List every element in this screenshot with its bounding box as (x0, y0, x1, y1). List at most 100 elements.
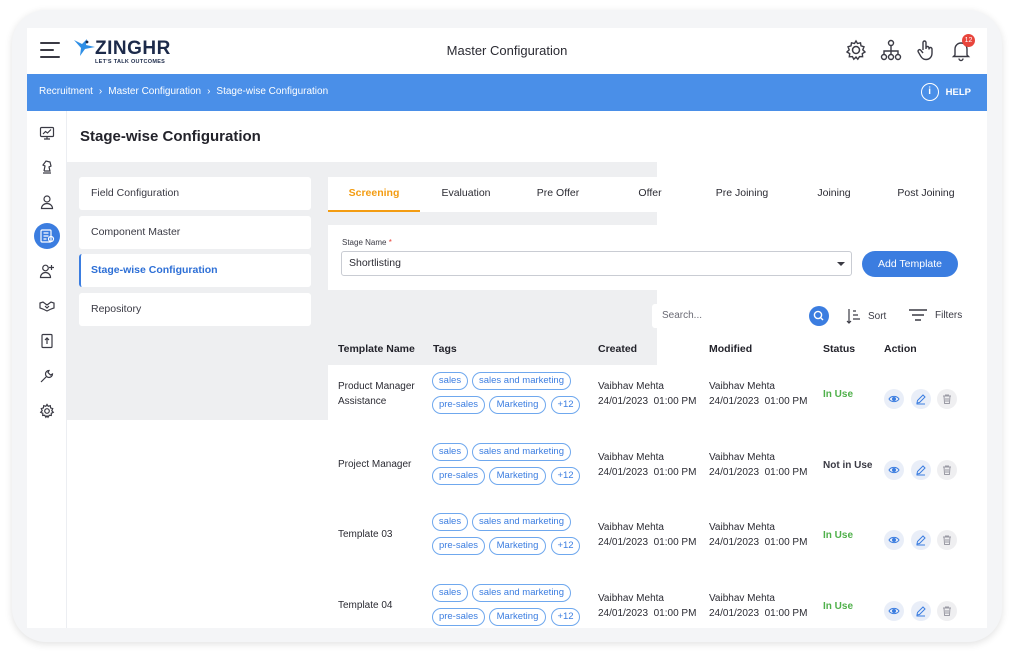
rail-configuration-icon[interactable] (34, 223, 60, 249)
tag-chip[interactable]: sales and marketing (472, 443, 571, 461)
settings-gear-icon[interactable] (844, 38, 868, 62)
view-eye-icon[interactable] (884, 530, 904, 550)
view-eye-icon[interactable] (884, 460, 904, 480)
menu-item-field-configuration[interactable]: Field Configuration (79, 177, 311, 210)
add-template-button[interactable]: Add Template (862, 251, 958, 277)
menu-item-stage-wise-configuration[interactable]: Stage-wise Configuration (79, 254, 311, 287)
template-name-line1: Template 04 (338, 600, 393, 611)
created-cell: Vaibhav Mehta 24/01/2023 01:00 PM (598, 450, 696, 480)
info-icon: i (920, 83, 939, 101)
tag-chip[interactable]: sales and marketing (472, 584, 571, 602)
tag-chip[interactable]: +12 (551, 396, 580, 414)
breadcrumb: Recruitment › Master Configuration › Sta… (39, 86, 328, 97)
created-at: 24/01/2023 01:00 PM (598, 396, 697, 407)
modified-by: Vaibhav Mehta (709, 593, 775, 604)
tag-chip[interactable]: sales (432, 372, 468, 390)
tag-chip[interactable]: sales (432, 584, 468, 602)
tab-pre-offer[interactable]: Pre Offer (517, 177, 599, 212)
modified-cell: Vaibhav Mehta 24/01/2023 01:00 PM (709, 520, 807, 550)
chevron-right-icon: › (98, 86, 103, 97)
edit-pencil-icon[interactable] (911, 389, 931, 409)
col-action: Action (884, 343, 917, 355)
delete-trash-icon[interactable] (937, 530, 957, 550)
modified-by: Vaibhav Mehta (709, 381, 775, 392)
tag-chip[interactable]: +12 (551, 608, 580, 626)
stage-tabs: Screening Evaluation Pre Offer Offer Pre… (328, 177, 968, 212)
search-icon[interactable] (809, 306, 829, 326)
rail-handshake-icon[interactable] (34, 293, 60, 319)
created-at: 24/01/2023 01:00 PM (598, 537, 697, 548)
rail-document-icon[interactable] (34, 328, 60, 354)
table-row: Template 03 sales sales and marketing pre-… (328, 506, 968, 577)
tag-chip[interactable]: sales and marketing (472, 372, 571, 390)
edit-pencil-icon[interactable] (911, 460, 931, 480)
menu-item-repository[interactable]: Repository (79, 292, 311, 326)
tag-chip[interactable]: Marketing (489, 537, 546, 555)
table-row: Project Manager sales sales and marketing… (328, 436, 968, 507)
tag-chip[interactable]: pre-sales (432, 396, 485, 414)
org-chart-icon[interactable] (879, 38, 903, 62)
edit-pencil-icon[interactable] (911, 530, 931, 550)
filters-label: Filters (935, 309, 963, 321)
help-label: HELP (945, 86, 971, 98)
tag-chip[interactable]: pre-sales (432, 608, 485, 626)
app-screen: ZINGHR LET'S TALK OUTCOMES Master Config… (27, 28, 987, 628)
left-config-menu: Field Configuration Component Master Sta… (79, 177, 311, 331)
menu-item-component-master[interactable]: Component Master (79, 215, 311, 249)
hand-pointer-icon[interactable] (914, 38, 938, 62)
delete-trash-icon[interactable] (937, 460, 957, 480)
sort-icon (846, 309, 860, 324)
tag-chip[interactable]: Marketing (489, 396, 546, 414)
col-modified: Modified (709, 343, 753, 355)
breadcrumb-recruitment[interactable]: Recruitment (39, 86, 93, 97)
tab-pre-joining[interactable]: Pre Joining (701, 177, 783, 212)
template-name-line1: Template 03 (338, 529, 393, 540)
modified-by: Vaibhav Mehta (709, 522, 775, 533)
tag-chip[interactable]: pre-sales (432, 467, 485, 485)
modified-cell: Vaibhav Mehta 24/01/2023 01:00 PM (709, 450, 807, 480)
notification-badge: 12 (962, 34, 975, 47)
tag-chip[interactable]: +12 (551, 537, 580, 555)
tag-chip[interactable]: sales and marketing (472, 513, 571, 531)
help-button[interactable]: i HELP (920, 83, 971, 101)
tag-chip[interactable]: +12 (551, 467, 580, 485)
view-eye-icon[interactable] (884, 389, 904, 409)
breadcrumb-master-configuration[interactable]: Master Configuration (108, 86, 201, 97)
status-badge: In Use (823, 530, 854, 541)
view-eye-icon[interactable] (884, 601, 904, 621)
edit-pencil-icon[interactable] (911, 601, 931, 621)
notification-bell-icon[interactable]: 12 (949, 34, 975, 62)
template-name: Template 03 (338, 527, 428, 542)
tab-post-joining[interactable]: Post Joining (885, 177, 967, 212)
delete-trash-icon[interactable] (937, 601, 957, 621)
modified-cell: Vaibhav Mehta 24/01/2023 01:00 PM (709, 379, 807, 409)
tab-evaluation[interactable]: Evaluation (425, 177, 507, 212)
tab-screening[interactable]: Screening (328, 177, 420, 212)
modified-cell: Vaibhav Mehta 24/01/2023 01:00 PM (709, 591, 807, 621)
table-row: Template 04 sales sales and marketing pre-… (328, 577, 968, 628)
tag-chip[interactable]: pre-sales (432, 537, 485, 555)
rail-settings-icon[interactable] (34, 398, 60, 424)
delete-trash-icon[interactable] (937, 389, 957, 409)
modified-at: 24/01/2023 01:00 PM (709, 467, 808, 478)
tab-offer[interactable]: Offer (609, 177, 691, 212)
stage-name-select[interactable]: Shortlisting (341, 251, 852, 276)
tab-joining[interactable]: Joining (793, 177, 875, 212)
template-name: Project Manager (338, 457, 428, 472)
rail-chess-knight-icon[interactable] (34, 154, 60, 180)
col-created: Created (598, 343, 638, 355)
rail-add-user-icon[interactable] (34, 258, 60, 284)
tag-chip[interactable]: Marketing (489, 608, 546, 626)
breadcrumb-bar: Recruitment › Master Configuration › Sta… (27, 74, 987, 111)
template-name: Product Manager Assistance (338, 379, 428, 409)
rail-wrench-icon[interactable] (34, 363, 60, 389)
sort-button[interactable]: Sort (845, 307, 886, 325)
rail-user-icon[interactable] (34, 189, 60, 215)
tag-chip[interactable]: sales (432, 513, 468, 531)
filters-button[interactable]: Filters (908, 307, 962, 323)
tag-chip[interactable]: sales (432, 443, 468, 461)
tag-chip[interactable]: Marketing (489, 467, 546, 485)
search-input[interactable]: Search... (652, 304, 830, 328)
col-template-name: Template Name (338, 343, 415, 355)
rail-dashboard-icon[interactable] (34, 120, 60, 146)
